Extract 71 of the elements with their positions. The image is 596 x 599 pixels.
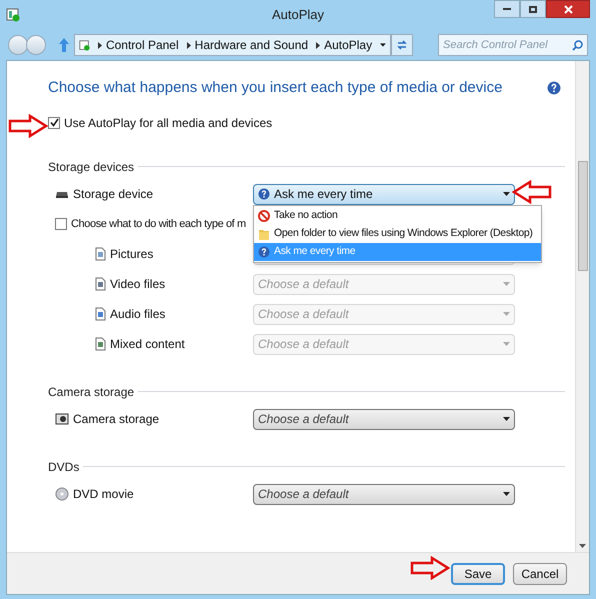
- maximize-button[interactable]: [520, 0, 546, 18]
- document-icon: [95, 247, 106, 261]
- document-icon: [95, 337, 106, 351]
- document-icon: [95, 307, 106, 321]
- document-icon: [95, 277, 106, 291]
- row-label: DVD movie: [73, 486, 134, 503]
- pointer-arrow-icon: [8, 114, 48, 138]
- section-title: Camera storage: [48, 384, 134, 400]
- section-title: Storage devices: [48, 158, 134, 176]
- no-entry-icon: [258, 210, 270, 222]
- camera-icon: [55, 412, 69, 426]
- dropdown-value: Choose a default: [258, 306, 350, 323]
- scrollbar[interactable]: [575, 61, 589, 552]
- close-button[interactable]: [546, 0, 590, 18]
- dropdown-value: Choose a default: [258, 336, 350, 353]
- caret-icon: [503, 492, 510, 496]
- control-panel-icon: [79, 38, 90, 52]
- checkbox[interactable]: [55, 218, 67, 230]
- caret-icon: [503, 192, 510, 196]
- chevron-icon: [98, 42, 102, 48]
- search-input[interactable]: Search Control Panel: [443, 36, 572, 54]
- row-label: Video files: [110, 276, 166, 293]
- caret-icon: [503, 282, 510, 286]
- dropdown[interactable]: Choose a default: [253, 408, 515, 430]
- pointer-arrow-icon: [410, 556, 450, 580]
- dropdown-value: Choose a default: [258, 276, 350, 293]
- checkbox-label: Choose what to do with each type of m: [71, 216, 246, 232]
- dropdown-value: Ask me every time: [274, 186, 374, 203]
- drive-icon: [55, 189, 69, 199]
- dropdown-value: Choose a default: [258, 411, 350, 428]
- page-heading: Choose what happens when you insert each type of media or device: [48, 78, 502, 98]
- help-icon: [258, 246, 270, 258]
- help-icon[interactable]: [547, 81, 561, 96]
- refresh-button[interactable]: [391, 34, 413, 56]
- breadcrumb[interactable]: Hardware and Sound: [194, 36, 308, 54]
- breadcrumb[interactable]: AutoPlay: [324, 36, 372, 54]
- close-icon: [564, 4, 572, 14]
- app-icon: [6, 8, 20, 22]
- row-label: Camera storage: [73, 411, 160, 428]
- pointer-arrow-icon: [512, 180, 552, 204]
- disc-icon: [55, 487, 69, 501]
- caret-icon: [503, 342, 510, 346]
- row-label: Audio files: [110, 306, 166, 323]
- checkbox[interactable]: [48, 116, 60, 128]
- scrollbar-thumb[interactable]: [578, 161, 588, 271]
- row-label: Mixed content: [110, 336, 185, 353]
- dropdown[interactable]: Ask me every time: [253, 184, 515, 204]
- refresh-icon: [396, 39, 408, 51]
- menu-option[interactable]: Take no action: [254, 206, 541, 224]
- search-field[interactable]: Search Control Panel: [438, 34, 588, 56]
- window-title: AutoPlay: [272, 6, 324, 24]
- checkbox-label: Use AutoPlay for all media and devices: [64, 114, 272, 132]
- cancel-button[interactable]: Cancel: [513, 562, 567, 584]
- caret-icon[interactable]: [380, 43, 386, 47]
- caret-icon: [503, 417, 510, 421]
- menu-option[interactable]: Open folder to view files using Windows Explorer (Desktop): [254, 224, 541, 242]
- row-label: Storage device: [73, 186, 154, 203]
- save-button[interactable]: Save: [451, 562, 505, 584]
- address-bar[interactable]: Control Panel Hardware and Sound AutoPlay: [74, 34, 391, 56]
- row-label: Pictures: [110, 246, 154, 263]
- breadcrumb[interactable]: Control Panel: [106, 36, 179, 54]
- scroll-down-icon[interactable]: [579, 544, 586, 548]
- chevron-icon: [186, 42, 191, 48]
- chevron-icon: [316, 42, 320, 48]
- help-icon: [258, 188, 270, 200]
- caret-icon: [503, 312, 510, 316]
- section-title: DVDs: [48, 458, 80, 476]
- search-icon: [572, 40, 583, 50]
- dropdown[interactable]: Choose a default: [253, 484, 515, 504]
- dropdown-value: Choose a default: [258, 486, 350, 503]
- minimize-button[interactable]: [494, 0, 520, 18]
